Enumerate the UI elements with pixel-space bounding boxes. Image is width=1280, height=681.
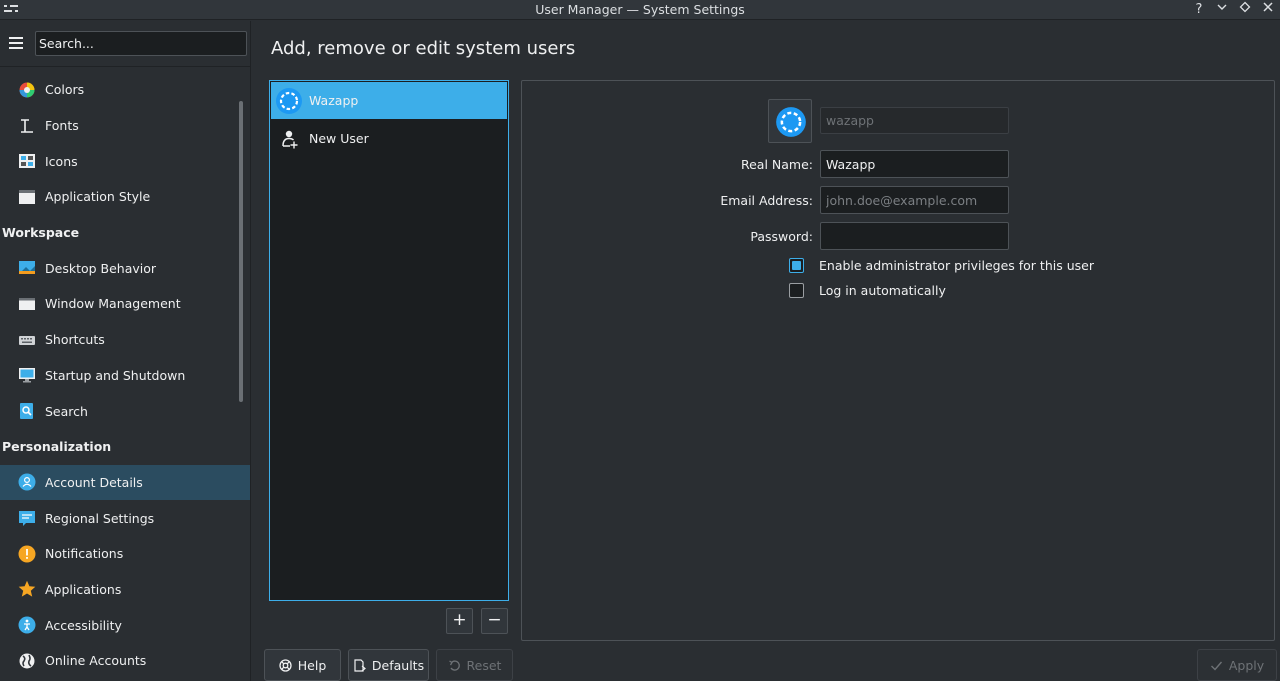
notifications-icon [18,545,36,563]
help-button[interactable]: Help [264,649,341,681]
sidebar-scrollbar[interactable] [239,101,243,402]
icons-icon [19,154,35,169]
password-field[interactable] [820,222,1009,250]
sidebar-item-window-management[interactable]: Window Management [0,286,250,322]
reset-button-label: Reset [466,657,502,673]
monitor-icon [19,368,35,383]
fonts-icon [21,118,33,133]
sidebar-item-regional-settings[interactable]: Regional Settings [0,500,250,536]
apply-button-label: Apply [1228,657,1265,673]
reset-button[interactable]: Reset [436,649,513,681]
admin-privileges-label[interactable]: Enable administrator privileges for this… [819,258,1094,273]
sidebar-item-label: Accessibility [45,617,122,633]
sidebar-item-accessibility[interactable]: Accessibility [0,607,250,643]
sidebar-item-account-details[interactable]: Account Details [0,464,250,501]
sidebar-item-search[interactable]: Search [0,393,250,429]
maximize-icon[interactable] [1236,1,1254,19]
sidebar-item-label: Icons [45,153,78,169]
sidebar-item-shortcuts[interactable]: Shortcuts [0,322,250,358]
globe-icon [19,653,35,669]
accessibility-icon [18,616,36,634]
real-name-field[interactable] [820,150,1009,178]
defaults-button-label: Defaults [371,657,425,673]
remove-user-button[interactable]: − [481,608,508,634]
application-style-icon [19,189,35,204]
sidebar: Colors Fonts Icons Application Style Wor… [0,21,251,681]
sidebar-item-label: Applications [45,581,122,597]
close-icon[interactable] [1259,1,1277,19]
sidebar-item-label: Window Management [45,296,181,312]
sidebar-list: Colors Fonts Icons Application Style Wor… [0,72,250,679]
sidebar-item-online-accounts[interactable]: Online Accounts [0,643,250,679]
section-header-workspace: Workspace [2,225,80,241]
page-title: Add, remove or edit system users [271,38,576,59]
sidebar-item-notifications[interactable]: Notifications [0,536,250,572]
window-management-icon [19,297,35,310]
search-icon [20,403,33,420]
lifebuoy-icon [279,658,292,672]
password-label: Password: [750,229,813,244]
user-avatar-icon [276,87,302,114]
user-list-item-wazapp[interactable]: Wazapp [271,82,507,119]
sidebar-item-label: Shortcuts [45,332,105,348]
regional-icon [19,511,35,527]
autologin-checkbox[interactable] [789,283,804,298]
window-title: User Manager — System Settings [535,2,745,17]
sidebar-item-icons[interactable]: Icons [0,143,250,179]
user-list[interactable]: Wazapp New User [269,80,509,601]
sidebar-item-label: Regional Settings [45,510,155,526]
undo-icon [448,659,460,671]
autologin-label[interactable]: Log in automatically [819,283,946,298]
add-user-button[interactable]: + [446,608,473,634]
sidebar-item-application-style[interactable]: Application Style [0,179,250,215]
email-field[interactable] [820,186,1009,214]
apply-button[interactable]: Apply [1197,649,1277,681]
username-field [820,107,1009,134]
checkmark-icon [1210,661,1222,671]
sidebar-item-label: Account Details [45,474,143,490]
add-user-icon [282,130,298,148]
sidebar-item-label: Startup and Shutdown [45,367,186,383]
real-name-label: Real Name: [740,157,813,172]
minimize-icon[interactable] [1213,1,1231,19]
keyboard-icon [19,335,35,345]
account-icon [18,473,36,491]
search-input[interactable] [35,31,247,56]
sidebar-item-desktop-behavior[interactable]: Desktop Behavior [0,250,250,286]
sidebar-item-applications[interactable]: Applications [0,572,250,608]
document-defaults-icon [354,658,366,672]
sidebar-item-colors[interactable]: Colors [0,72,250,108]
sidebar-item-label: Notifications [45,546,124,562]
help-button-label: Help [297,657,327,673]
defaults-button[interactable]: Defaults [348,649,429,681]
user-list-item-new-user[interactable]: New User [271,120,507,157]
sidebar-item-label: Fonts [45,118,79,134]
sidebar-item-label: Search [45,403,88,419]
sidebar-item-label: Desktop Behavior [45,260,157,276]
desktop-behavior-icon [19,261,35,275]
sidebar-item-fonts[interactable]: Fonts [0,108,250,144]
user-name-label: New User [309,131,369,146]
email-label: Email Address: [720,193,813,208]
sidebar-toolbar [0,21,250,67]
hamburger-menu-icon[interactable] [9,37,23,49]
sidebar-item-startup-shutdown[interactable]: Startup and Shutdown [0,358,250,394]
sidebar-item-label: Application Style [45,189,151,205]
change-avatar-button[interactable] [768,99,812,143]
star-icon [18,581,36,598]
sidebar-item-label: Colors [45,82,85,98]
user-avatar-icon [776,107,806,137]
colors-icon [19,82,35,98]
admin-privileges-checkbox[interactable] [789,258,804,273]
section-header-personalization: Personalization [2,439,112,455]
sidebar-item-label: Online Accounts [45,653,147,669]
user-name-label: Wazapp [309,93,359,108]
help-icon[interactable]: ? [1190,1,1208,19]
title-bar: User Manager — System Settings ? [0,0,1280,20]
